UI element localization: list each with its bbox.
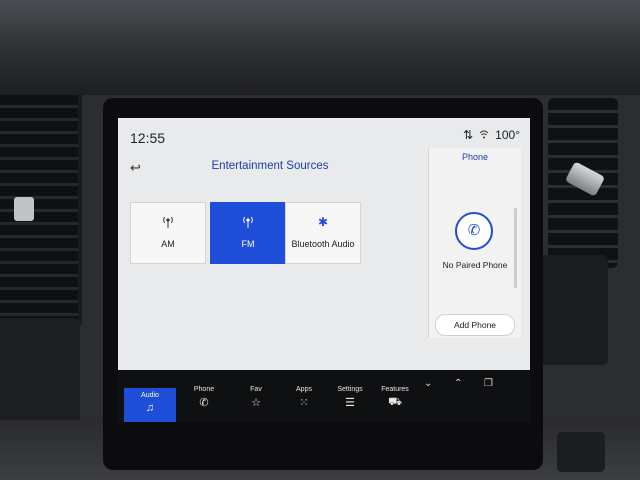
truck-icon: ⛟ xyxy=(388,396,402,408)
panel-title: Entertainment Sources xyxy=(211,160,329,172)
nav-audio[interactable]: Audio ♫ xyxy=(124,388,176,422)
hazard-button xyxy=(557,432,605,472)
am-antenna-icon xyxy=(131,215,205,231)
nav-label: Fav xyxy=(250,386,262,393)
nav-fav[interactable]: Fav ☆ xyxy=(230,382,282,420)
status-icons: ⇅ 100° xyxy=(463,128,520,142)
source-label: AM xyxy=(161,239,175,249)
entertainment-sources-panel: ↩ Entertainment Sources AM FM ✱ Bluetoot… xyxy=(122,154,418,400)
grid-icon: ⁙ xyxy=(299,397,309,409)
source-label: FM xyxy=(241,239,255,249)
left-air-vent xyxy=(0,95,82,325)
clock: 12:55 xyxy=(130,130,166,146)
phone-icon[interactable]: ✆ xyxy=(455,212,493,250)
nav-label: Phone xyxy=(193,386,215,393)
nav-label: Apps xyxy=(296,386,312,393)
right-dash-panel xyxy=(540,255,608,365)
nav-phone[interactable]: Phone ✆ xyxy=(178,382,230,420)
phone-icon: ✆ xyxy=(199,397,209,409)
nav-apps[interactable]: Apps ⁙ xyxy=(278,382,330,420)
add-phone-button[interactable]: Add Phone xyxy=(435,314,515,336)
source-label: Bluetooth Audio xyxy=(291,239,355,249)
temperature-readout: 100° xyxy=(495,128,520,142)
bottom-nav-bar: Audio ♫ Phone ✆ Fav ☆ Apps ⁙ Settings ☰ … xyxy=(118,370,530,422)
no-signal-icon: ⇅ xyxy=(463,128,474,142)
source-fm-tile[interactable]: FM xyxy=(210,202,286,264)
phone-status-text: No Paired Phone xyxy=(442,260,508,270)
source-bluetooth-tile[interactable]: ✱ Bluetooth Audio xyxy=(285,202,361,264)
nav-label: Features xyxy=(381,386,409,393)
infotainment-screen: 12:55 ⇅ 100° ↩ Entertainment Sources AM … xyxy=(118,118,530,422)
bluetooth-icon: ✱ xyxy=(317,215,329,229)
music-note-icon: ♫ xyxy=(145,402,155,414)
nav-features[interactable]: Features ⛟ xyxy=(369,382,421,420)
wifi-icon xyxy=(479,128,489,142)
star-icon: ☆ xyxy=(251,397,261,409)
fm-antenna-icon xyxy=(211,215,285,231)
phone-panel: Phone ✆ No Paired Phone Add Phone xyxy=(428,148,521,338)
left-vent-knob xyxy=(14,197,34,221)
dashboard-top xyxy=(0,0,640,95)
copy-screens-icon[interactable]: ❐ xyxy=(484,378,493,389)
source-am-tile[interactable]: AM xyxy=(130,202,206,264)
chevron-up-icon[interactable]: ⌃ xyxy=(454,378,462,389)
phone-panel-scrollbar[interactable] xyxy=(514,208,517,288)
phone-panel-title: Phone xyxy=(461,152,489,162)
chevron-down-icon[interactable]: ⌄ xyxy=(424,378,432,389)
nav-label: Audio xyxy=(141,392,159,399)
